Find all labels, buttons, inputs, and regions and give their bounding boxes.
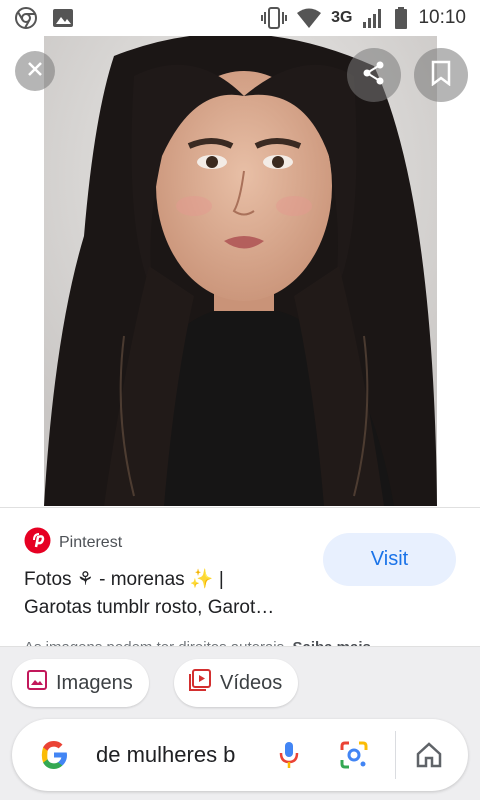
videos-chip[interactable]: Vídeos: [174, 659, 299, 707]
close-button[interactable]: [15, 51, 55, 91]
search-divider: [395, 731, 396, 779]
mic-icon[interactable]: [276, 719, 302, 791]
images-chip[interactable]: Imagens: [12, 659, 149, 707]
source-row[interactable]: Pinterest: [24, 527, 122, 559]
divider: [0, 507, 480, 508]
network-type: 3G: [331, 9, 353, 26]
bookmark-icon: [430, 60, 452, 91]
videos-chip-label: Vídeos: [220, 671, 283, 694]
image-viewer: [0, 36, 480, 506]
share-button[interactable]: [347, 48, 401, 102]
home-icon[interactable]: [414, 719, 444, 791]
vibrate-icon: [261, 7, 288, 29]
clock: 10:10: [418, 7, 466, 28]
video-icon: [188, 668, 212, 698]
lens-icon[interactable]: [338, 719, 370, 791]
share-icon: [361, 60, 387, 91]
visit-button[interactable]: Visit: [323, 533, 456, 586]
images-chip-label: Imagens: [56, 671, 133, 694]
save-button[interactable]: [414, 48, 468, 102]
pinterest-logo-icon: [24, 527, 51, 559]
result-title-line-1[interactable]: Fotos ⚘ - morenas ✨ |: [24, 567, 224, 591]
result-title-line-2[interactable]: Garotas tumblr rosto, Garot…: [24, 597, 274, 619]
wifi-icon: [297, 8, 322, 28]
signal-icon: [362, 8, 384, 28]
chrome-icon: [14, 6, 38, 30]
result-photo[interactable]: [44, 36, 437, 506]
image-icon: [26, 669, 48, 697]
battery-icon: [394, 7, 408, 29]
source-name: Pinterest: [59, 534, 123, 551]
search-bar[interactable]: de mulheres b: [12, 719, 468, 791]
gallery-icon: [52, 7, 74, 29]
google-logo-icon[interactable]: [36, 719, 72, 791]
search-query[interactable]: de mulheres b: [96, 719, 256, 791]
status-bar: 3G 10:10: [0, 0, 480, 36]
close-icon: [25, 59, 45, 84]
